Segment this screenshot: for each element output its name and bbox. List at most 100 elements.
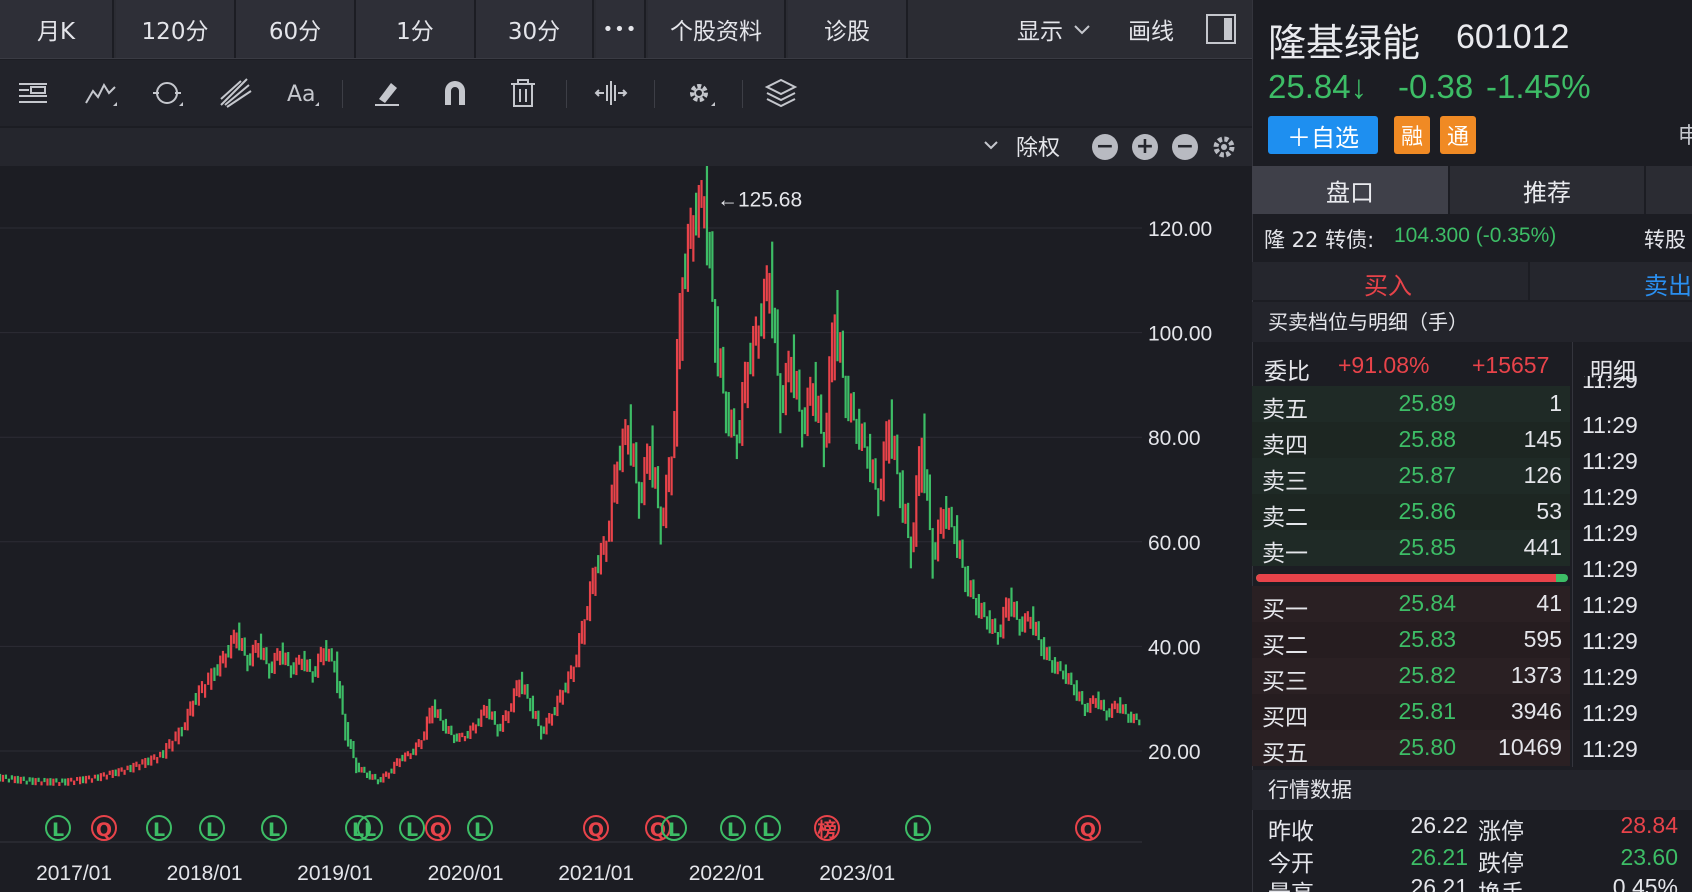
level-volume: 1	[1549, 390, 1562, 416]
ask-row[interactable]: 卖五 25.89 1	[1252, 386, 1570, 423]
buy-button[interactable]: 买入	[1364, 266, 1412, 301]
panel-toggle-icon[interactable]	[1206, 14, 1236, 44]
price-change: -0.38	[1398, 68, 1474, 105]
bid-row[interactable]: 买四 25.81 3946	[1252, 694, 1570, 731]
level-label: 买二	[1262, 633, 1308, 659]
draw-line-button[interactable]: 画线	[1116, 0, 1186, 58]
line-chart-icon[interactable]	[78, 70, 124, 116]
bid-row[interactable]: 买五 25.80 10469	[1252, 730, 1570, 767]
event-marker-label: Q	[588, 819, 604, 841]
event-marker-label: L	[912, 819, 924, 841]
zoom-out-icon[interactable]: −	[1092, 134, 1118, 160]
zoom-in-icon[interactable]: +	[1132, 134, 1158, 160]
eraser-icon[interactable]	[364, 70, 410, 116]
event-marker-green[interactable]: L	[199, 815, 225, 841]
turnover-value: 0.45%	[1612, 874, 1678, 892]
minus-icon[interactable]: −	[1172, 134, 1198, 160]
ask-row[interactable]: 卖四 25.88 145	[1252, 422, 1570, 459]
period-tab-bar: 月K 120分 60分 1分 30分 ••• 个股资料 诊股 显示 画线	[0, 0, 1252, 59]
weibi-label: 委比	[1264, 359, 1310, 385]
tick-time: 11:29	[1582, 736, 1638, 762]
text-note-icon[interactable]	[10, 70, 56, 116]
sell-button[interactable]: 卖出	[1644, 266, 1692, 301]
ask-row[interactable]: 卖一 25.85 441	[1252, 530, 1570, 567]
level-volume: 53	[1536, 498, 1562, 524]
event-marker-green[interactable]: L	[720, 815, 746, 841]
tick-time: 11:29	[1582, 700, 1638, 726]
edge-label: 申	[1678, 124, 1692, 149]
tab-month-k[interactable]: 月K	[0, 0, 114, 58]
level-price: 25.88	[1398, 426, 1456, 452]
level-label: 买一	[1262, 597, 1308, 623]
level-price: 25.85	[1398, 534, 1456, 560]
drawing-toolbar: Aa	[0, 60, 1252, 126]
event-marker-green[interactable]: L	[467, 815, 493, 841]
chevron-down-icon[interactable]	[980, 134, 1002, 156]
event-marker-label: L	[668, 819, 680, 841]
fib-lines-icon[interactable]	[212, 70, 258, 116]
tab-recommend[interactable]: 推荐	[1450, 166, 1644, 214]
event-marker-red[interactable]: Q	[583, 815, 609, 841]
level-price: 25.89	[1398, 390, 1456, 416]
layers-icon[interactable]	[758, 70, 804, 116]
tab-60min[interactable]: 60分	[236, 0, 356, 58]
tab-30min[interactable]: 30分	[476, 0, 594, 58]
prev-close-value: 26.22	[1410, 812, 1468, 838]
peak-price-label: ←125.68	[717, 188, 802, 211]
magnet-icon[interactable]	[432, 70, 478, 116]
event-marker-red[interactable]: Q	[425, 815, 451, 841]
event-marker-red[interactable]: Q	[1075, 815, 1101, 841]
event-marker-green[interactable]: L	[755, 815, 781, 841]
bid-row[interactable]: 买二 25.83 595	[1252, 622, 1570, 659]
event-marker-red[interactable]: Q	[91, 815, 117, 841]
price-tick-label: 40.00	[1148, 636, 1201, 659]
grid-lines	[0, 227, 1142, 843]
tab-more[interactable]	[1646, 166, 1692, 214]
event-marker-green[interactable]: L	[905, 815, 931, 841]
level-price: 25.86	[1398, 498, 1456, 524]
bond-value[interactable]: 104.300 (-0.35%)	[1394, 224, 1556, 248]
event-marker-green[interactable]: L	[146, 815, 172, 841]
level-label: 卖三	[1262, 469, 1308, 495]
level-label: 买四	[1262, 705, 1308, 731]
event-marker-green[interactable]: L	[399, 815, 425, 841]
ask-row[interactable]: 卖三 25.87 126	[1252, 458, 1570, 495]
event-marker-label: Q	[96, 819, 112, 841]
detail-title: 买卖档位与明细（手）	[1268, 310, 1468, 334]
bid-row[interactable]: 买三 25.82 1373	[1252, 658, 1570, 695]
ask-row[interactable]: 卖二 25.86 53	[1252, 494, 1570, 531]
bid-row[interactable]: 买一 25.84 41	[1252, 586, 1570, 623]
market-title: 行情数据	[1268, 778, 1352, 802]
cycle-icon[interactable]	[144, 70, 190, 116]
adjust-dropdown-label[interactable]: 除权	[1016, 130, 1060, 162]
display-dropdown[interactable]: 显示	[1000, 0, 1110, 58]
trash-icon[interactable]	[500, 70, 546, 116]
level-volume: 595	[1523, 626, 1562, 652]
event-marker-red[interactable]: 榜	[814, 815, 840, 841]
settings-icon[interactable]	[676, 70, 722, 116]
tab-diagnose[interactable]: 诊股	[788, 0, 908, 58]
event-marker-green[interactable]: L	[45, 815, 71, 841]
font-icon[interactable]: Aa	[280, 70, 326, 116]
price-tick-label: 60.00	[1148, 532, 1201, 555]
tab-pankou[interactable]: 盘口	[1252, 166, 1448, 214]
tab-stock-profile[interactable]: 个股资料	[648, 0, 786, 58]
chart-canvas[interactable]: 120.00 100.00 80.00 60.00 40.00 20.00 2017/01…	[0, 166, 1252, 892]
toolbar-divider	[654, 80, 655, 108]
bond-label: 隆 22 转债:	[1264, 228, 1375, 252]
level-label: 卖五	[1262, 397, 1308, 423]
tab-1min[interactable]: 1分	[356, 0, 476, 58]
more-tabs-button[interactable]: •••	[596, 0, 646, 58]
level-price: 25.87	[1398, 462, 1456, 488]
tick-time: 11:29	[1582, 376, 1638, 393]
price-tick-label: 20.00	[1148, 741, 1201, 764]
stock-code: 601012	[1456, 18, 1570, 56]
event-markers[interactable]: LQLLLLLLQLQQLLL榜LQ	[45, 815, 1101, 841]
display-label: 显示	[1017, 19, 1063, 45]
event-marker-green[interactable]: L	[261, 815, 287, 841]
width-adjust-icon[interactable]	[588, 70, 634, 116]
kline-chart[interactable]: 120.00 100.00 80.00 60.00 40.00 20.00 2017/01…	[0, 166, 1252, 892]
tab-120min[interactable]: 120分	[116, 0, 236, 58]
chart-settings-icon[interactable]	[1210, 133, 1238, 161]
add-watchlist-button[interactable]: ＋自选	[1268, 116, 1378, 154]
